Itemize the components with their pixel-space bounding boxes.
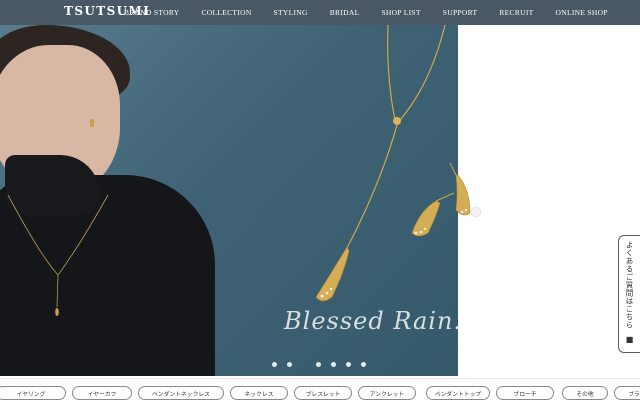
- slider-dot-4[interactable]: [331, 362, 336, 367]
- category-other[interactable]: その他: [562, 386, 608, 400]
- slider-dot-2[interactable]: [287, 362, 292, 367]
- slider-dot-6[interactable]: [361, 362, 366, 367]
- necklace-pendant: [315, 246, 350, 302]
- necklace-chain-left: [387, 25, 396, 121]
- category-ear-cuff[interactable]: イヤーカフ: [72, 386, 132, 400]
- necklace-drop-chain: [346, 124, 398, 249]
- nav-styling[interactable]: STYLING: [274, 8, 308, 17]
- earring-right: [455, 174, 471, 216]
- category-bar: イヤリング イヤーカフ ペンダントネックレス ネックレス ブレスレット アンクレ…: [0, 378, 640, 400]
- chat-icon: ■: [625, 335, 634, 344]
- category-anklet[interactable]: アンクレット: [358, 386, 416, 400]
- nav-brand-story[interactable]: BRAND STORY: [124, 8, 179, 17]
- nav-collection[interactable]: COLLECTION: [201, 8, 251, 17]
- category-partial[interactable]: ブラ: [614, 386, 640, 400]
- hero-slider[interactable]: Blessed Rain.: [0, 25, 640, 376]
- earring-back: [470, 206, 482, 218]
- hero-script-title: Blessed Rain.: [284, 307, 463, 335]
- necklace-bead: [393, 117, 401, 125]
- category-pendant-necklace[interactable]: ペンダントネックレス: [138, 386, 224, 400]
- top-navigation: TSUTSUMI BRAND STORY COLLECTION STYLING …: [0, 0, 640, 25]
- nav-online-shop[interactable]: ONLINE SHOP: [556, 8, 608, 17]
- nav-bridal[interactable]: BRIDAL: [330, 8, 360, 17]
- model-necklace-chain: [7, 194, 109, 276]
- faq-side-tab[interactable]: よくあるご質問はこちら ■: [618, 235, 640, 353]
- faq-tab-label: よくあるご質問はこちら: [625, 241, 634, 329]
- nav-recruit[interactable]: RECRUIT: [499, 8, 533, 17]
- category-necklace[interactable]: ネックレス: [230, 386, 288, 400]
- slider-dot-5[interactable]: [346, 362, 351, 367]
- model-necklace-drop: [55, 308, 59, 316]
- nav-links: BRAND STORY COLLECTION STYLING BRIDAL SH…: [124, 0, 608, 25]
- category-brooch[interactable]: ブローチ: [496, 386, 554, 400]
- earring-left: [411, 200, 441, 237]
- nav-support[interactable]: SUPPORT: [443, 8, 478, 17]
- nav-shop-list[interactable]: SHOP LIST: [381, 8, 420, 17]
- category-earring[interactable]: イヤリング: [0, 386, 66, 400]
- slider-dot-3[interactable]: [316, 362, 321, 367]
- slider-dot-1[interactable]: [272, 362, 277, 367]
- slider-dots: [272, 362, 366, 367]
- category-pendant-top[interactable]: ペンダントトップ: [426, 386, 490, 400]
- category-bracelet[interactable]: ブレスレット: [294, 386, 352, 400]
- necklace-chain-right: [399, 25, 446, 121]
